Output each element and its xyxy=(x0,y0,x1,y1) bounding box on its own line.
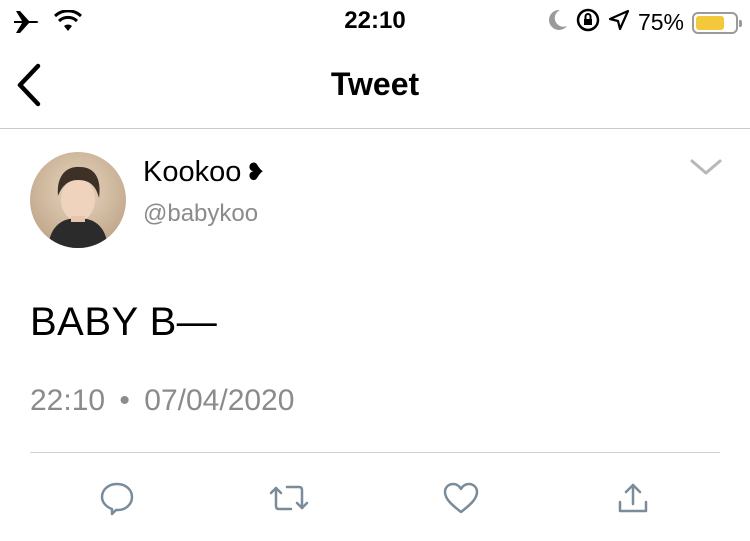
tweet-actions-bar xyxy=(0,470,750,520)
battery-level-fill xyxy=(696,15,724,30)
reply-icon xyxy=(100,482,134,516)
location-icon xyxy=(608,9,630,36)
retweet-button[interactable] xyxy=(267,476,311,520)
tweet-menu-button[interactable] xyxy=(688,156,724,180)
status-bar-right: 75% xyxy=(548,8,742,37)
reply-button[interactable] xyxy=(95,476,139,520)
battery-tip xyxy=(739,19,742,27)
heart-arrow-emoji: ❥ xyxy=(245,159,266,186)
author-handle[interactable]: @babykoo xyxy=(143,200,258,228)
tweet-timestamp: 22:10 • 07/04/2020 xyxy=(30,384,294,418)
author-name-text: Kookoo xyxy=(143,156,242,188)
moon-icon xyxy=(548,9,568,36)
share-icon xyxy=(618,483,648,513)
retweet-icon xyxy=(269,485,309,511)
like-button[interactable] xyxy=(439,476,483,520)
avatar[interactable] xyxy=(30,152,126,248)
battery-percentage: 75% xyxy=(637,9,684,35)
share-button[interactable] xyxy=(611,476,655,520)
tweet-time: 22:10 xyxy=(30,384,106,417)
status-bar: 22:10 75% xyxy=(0,0,750,42)
tweet-date: 07/04/2020 xyxy=(144,384,295,417)
author-name[interactable]: Kookoo ❥ xyxy=(143,156,265,189)
navigation-bar: Tweet xyxy=(0,42,750,129)
timestamp-separator: • xyxy=(119,384,130,417)
profile-photo xyxy=(30,152,126,248)
like-icon xyxy=(443,482,479,514)
divider xyxy=(30,452,720,453)
battery-icon xyxy=(692,11,742,34)
tweet-text: BABY B— xyxy=(30,300,218,344)
chevron-down-icon xyxy=(690,159,722,175)
page-title: Tweet xyxy=(330,66,420,102)
rotation-lock-icon xyxy=(576,8,600,37)
